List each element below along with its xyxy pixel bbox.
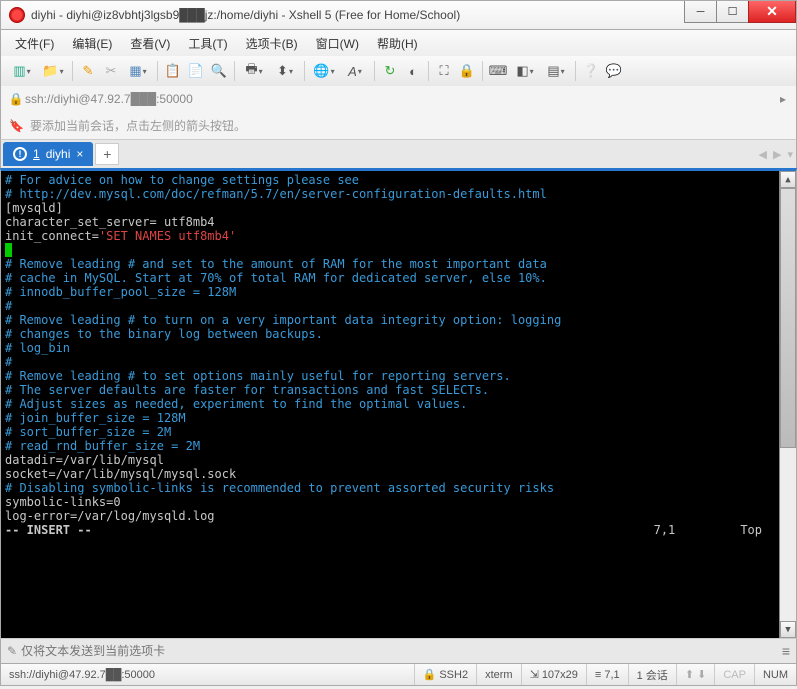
term-line: # log_bin <box>5 341 792 355</box>
term-line: log-error=/var/log/mysqld.log <box>5 509 792 523</box>
term-line: init_connect='SET NAMES utf8mb4' <box>5 229 792 243</box>
help-button[interactable]: ❔ <box>580 60 602 82</box>
lock-button[interactable]: 🔒 <box>456 60 478 82</box>
feedback-button[interactable]: 💬 <box>603 60 625 82</box>
term-line: symbolic-links=0 <box>5 495 792 509</box>
menu-help[interactable]: 帮助(H) <box>369 32 426 55</box>
menu-view[interactable]: 查看(V) <box>122 32 178 55</box>
color-button[interactable]: ◧ <box>510 60 540 82</box>
menu-tabs[interactable]: 选项卡(B) <box>238 32 306 55</box>
hint-bar: 🔖 要添加当前会话，点击左侧的箭头按钮。 <box>0 112 797 140</box>
status-connection: ssh://diyhi@47.92.7██:50000 <box>1 664 415 685</box>
scroll-thumb[interactable] <box>780 188 796 448</box>
copy-button[interactable]: 📋 <box>162 60 184 82</box>
status-ssh: 🔒 SSH2 <box>415 664 477 685</box>
title-bar: diyhi - diyhi@iz8vbhtj3lgsb9███jz:/home/… <box>0 0 797 30</box>
compose-input[interactable] <box>21 644 782 658</box>
status-num: NUM <box>755 664 796 685</box>
window-title: diyhi - diyhi@iz8vbhtj3lgsb9███jz:/home/… <box>31 8 685 22</box>
status-pos: ≡ 7,1 <box>587 664 629 685</box>
print-button[interactable]: 🖶 <box>239 60 269 82</box>
tab-status-icon: ! <box>13 147 27 161</box>
session-tab[interactable]: ! 1 diyhi × <box>3 142 93 166</box>
compose-bar: ✎ ≡ <box>0 638 797 664</box>
app-icon <box>9 7 25 23</box>
term-line: [mysqld] <box>5 201 792 215</box>
term-line: # http://dev.mysql.com/doc/refman/5.7/en… <box>5 187 792 201</box>
font-button[interactable]: A <box>340 60 370 82</box>
properties-button[interactable]: ▦ <box>123 60 153 82</box>
term-line: # <box>5 355 792 369</box>
bookmark-icon[interactable]: 🔖 <box>9 119 24 133</box>
status-bar: ssh://diyhi@47.92.7██:50000 🔒 SSH2 xterm… <box>0 664 797 686</box>
toolbar: ▥ 📁 ✎ ✂ ▦ 📋 📄 🔍 🖶 ⬍ 🌐 A ↻ ◐ ⛶ 🔒 ⌨ ◧ ▤ ❔ … <box>0 56 797 86</box>
paste-button[interactable]: 📄 <box>185 60 207 82</box>
term-line: # For advice on how to change settings p… <box>5 173 792 187</box>
menu-tools[interactable]: 工具(T) <box>180 32 235 55</box>
browser-button[interactable]: 🌐 <box>309 60 339 82</box>
term-line: socket=/var/lib/mysql/mysql.sock <box>5 467 792 481</box>
status-updown: ⬆ ⬇ <box>677 664 716 685</box>
tab-next-button[interactable]: ▶ <box>770 148 784 161</box>
menu-window[interactable]: 窗口(W) <box>308 32 367 55</box>
term-line: datadir=/var/lib/mysql <box>5 453 792 467</box>
term-status-line: -- INSERT -- 7,1 Top <box>5 523 792 537</box>
scroll-up-button[interactable]: ▲ <box>780 171 796 188</box>
term-line: # Adjust sizes as needed, experiment to … <box>5 397 792 411</box>
tab-close-icon[interactable]: × <box>76 147 83 161</box>
keyboard-button[interactable]: ⌨ <box>487 60 509 82</box>
script-button[interactable]: ↻ <box>379 60 401 82</box>
address-input[interactable] <box>25 92 780 106</box>
term-line: # Remove leading # to turn on a very imp… <box>5 313 792 327</box>
add-tab-button[interactable]: + <box>95 143 119 165</box>
go-button[interactable]: ▸ <box>780 92 786 106</box>
layout-button[interactable]: ▤ <box>541 60 571 82</box>
term-line: # The server defaults are faster for tra… <box>5 383 792 397</box>
transfer-button[interactable]: ⬍ <box>270 60 300 82</box>
tab-prev-button[interactable]: ◀ <box>756 148 770 161</box>
lock-icon: 🔒 <box>7 92 25 106</box>
status-term: xterm <box>477 664 522 685</box>
status-sessions: 1 会话 <box>629 664 677 685</box>
hint-text: 要添加当前会话，点击左侧的箭头按钮。 <box>30 117 246 134</box>
disconnect-button[interactable]: ✂ <box>100 60 122 82</box>
find-button[interactable]: 🔍 <box>208 60 230 82</box>
term-line: # read_rnd_buffer_size = 2M <box>5 439 792 453</box>
menu-edit[interactable]: 编辑(E) <box>64 32 120 55</box>
new-button[interactable]: ▥ <box>7 60 37 82</box>
menu-bar: 文件(F) 编辑(E) 查看(V) 工具(T) 选项卡(B) 窗口(W) 帮助(… <box>0 30 797 56</box>
menu-file[interactable]: 文件(F) <box>7 32 62 55</box>
status-cap: CAP <box>715 664 755 685</box>
fullscreen-button[interactable]: ⛶ <box>433 60 455 82</box>
tab-bar: ! 1 diyhi × + ◀ ▶ ▾ <box>0 140 797 168</box>
term-line: # cache in MySQL. Start at 70% of total … <box>5 271 792 285</box>
open-button[interactable]: 📁 <box>38 60 68 82</box>
script2-button[interactable]: ◐ <box>402 60 424 82</box>
tab-number: 1 <box>33 147 40 161</box>
term-line: # changes to the binary log between back… <box>5 327 792 341</box>
reconnect-button[interactable]: ✎ <box>77 60 99 82</box>
term-line: # <box>5 299 792 313</box>
close-button[interactable]: ✕ <box>748 1 796 23</box>
term-line: character_set_server= utf8mb4 <box>5 215 792 229</box>
terminal-scrollbar[interactable]: ▲ ▼ <box>779 171 796 638</box>
scroll-down-button[interactable]: ▼ <box>780 621 796 638</box>
term-line: # sort_buffer_size = 2M <box>5 425 792 439</box>
tab-name: diyhi <box>46 147 71 161</box>
term-line: # Remove leading # and set to the amount… <box>5 257 792 271</box>
term-line: # innodb_buffer_pool_size = 128M <box>5 285 792 299</box>
compose-icon: ✎ <box>7 644 17 658</box>
status-size: ⇲ 107x29 <box>522 664 587 685</box>
maximize-button[interactable]: ☐ <box>716 1 749 23</box>
term-line: # Remove leading # to set options mainly… <box>5 369 792 383</box>
term-line: # <box>5 243 792 257</box>
minimize-button[interactable]: ─ <box>684 1 717 23</box>
term-line: # Disabling symbolic-links is recommende… <box>5 481 792 495</box>
compose-menu-button[interactable]: ≡ <box>782 643 790 659</box>
terminal[interactable]: # For advice on how to change settings p… <box>0 168 797 638</box>
term-line: # join_buffer_size = 128M <box>5 411 792 425</box>
address-bar: 🔒 ▸ <box>0 86 797 112</box>
tab-menu-button[interactable]: ▾ <box>784 148 796 161</box>
